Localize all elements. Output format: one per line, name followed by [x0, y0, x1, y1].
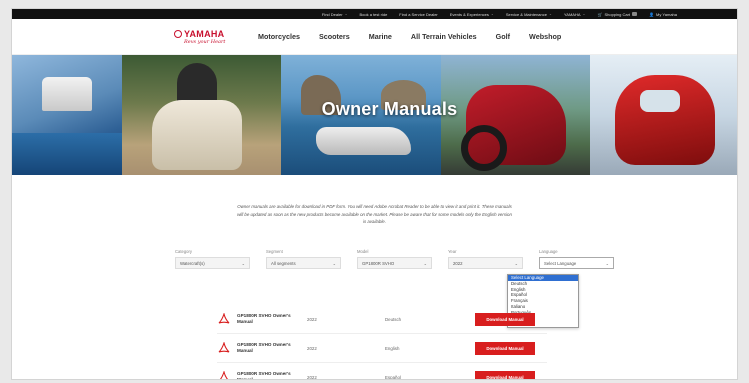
util-yamaha[interactable]: YAMAHA ⌄: [564, 12, 586, 17]
nav-marine[interactable]: Marine: [369, 32, 392, 41]
nav-webshop[interactable]: Webshop: [529, 32, 561, 41]
browser-page: Find Dealer ⌄ Book a test ride Find a Ser…: [11, 8, 738, 380]
language-filter: Language Select Language ⌄: [539, 249, 614, 269]
chevron-down-icon: ⌄: [241, 260, 245, 266]
manual-name: GP1800R SVHO Owner's Manual: [237, 342, 291, 353]
category-label: Category: [175, 249, 192, 254]
year-filter: Year 2022 ⌄: [448, 249, 523, 269]
util-service-dealer[interactable]: Find a Service Dealer: [399, 12, 437, 17]
manual-year: 2022: [307, 316, 317, 322]
segment-select[interactable]: All segments ⌄: [266, 257, 341, 269]
logo-wordmark: YAMAHA: [174, 29, 224, 39]
language-select[interactable]: Select Language ⌄: [539, 257, 614, 269]
manual-name: GP1800R SVHO Owner's Manual: [237, 313, 291, 324]
manual-name: GP1800R SVHO Owner's Manual: [237, 371, 291, 380]
download-manual-button[interactable]: Download Manual: [475, 341, 535, 355]
category-filter: Category Watercraft(s) ⌄: [175, 249, 250, 269]
manual-list: GP1800R SVHO Owner's Manual 2022 Deutsch…: [217, 305, 547, 380]
intro-text: Owner manuals are available for download…: [237, 204, 512, 224]
logo-tagline: Revs your Heart: [184, 38, 226, 45]
filter-bar: Category Watercraft(s) ⌄ Segment All segm…: [175, 249, 614, 269]
chevron-down-icon: ⌄: [332, 260, 336, 266]
pdf-icon[interactable]: [217, 341, 231, 355]
manual-language: English: [385, 345, 400, 351]
user-icon: 👤: [649, 11, 655, 17]
manual-language: Español: [385, 374, 401, 380]
manual-year: 2022: [307, 345, 317, 351]
nav-motorcycles[interactable]: Motorcycles: [258, 32, 300, 41]
language-value: Select Language: [544, 260, 577, 266]
language-label: Language: [539, 249, 558, 254]
cart-icon: 🛒: [597, 11, 603, 17]
segment-filter: Segment All segments ⌄: [266, 249, 341, 269]
pdf-icon[interactable]: [217, 312, 231, 326]
download-manual-button[interactable]: Download Manual: [475, 370, 535, 379]
category-select[interactable]: Watercraft(s) ⌄: [175, 257, 250, 269]
cart-badge: [632, 12, 638, 16]
utility-bar: Find Dealer ⌄ Book a test ride Find a Ser…: [12, 9, 737, 19]
main-nav: YAMAHA Revs your Heart Motorcycles Scoot…: [12, 19, 737, 55]
tuning-fork-emblem-icon: [174, 29, 182, 38]
yamaha-logo[interactable]: YAMAHA Revs your Heart: [174, 29, 234, 45]
util-test-ride[interactable]: Book a test ride: [360, 12, 388, 17]
manual-row: GP1800R SVHO Owner's Manual 2022 Deutsch…: [217, 305, 547, 334]
model-select[interactable]: GP1800R SVHO ⌄: [357, 257, 432, 269]
manual-row: GP1800R SVHO Owner's Manual 2022 Español…: [217, 363, 547, 380]
manual-year: 2022: [307, 374, 317, 380]
page-title: Owner Manuals: [321, 99, 458, 119]
pdf-icon[interactable]: [217, 370, 231, 379]
segment-label: Segment: [266, 249, 283, 254]
year-value: 2022: [453, 260, 463, 266]
download-manual-button[interactable]: Download Manual: [475, 312, 535, 326]
manual-row: GP1800R SVHO Owner's Manual 2022 English…: [217, 334, 547, 363]
chevron-down-icon: ⌄: [514, 260, 518, 266]
segment-value: All segments: [271, 260, 296, 266]
util-events[interactable]: Events & Experiences ⌄: [450, 12, 494, 17]
util-service[interactable]: Service & Maintenance ⌄: [506, 12, 552, 17]
year-label: Year: [448, 249, 457, 254]
model-label: Model: [357, 249, 369, 254]
primary-nav: Motorcycles Scooters Marine All Terrain …: [258, 32, 580, 41]
model-value: GP1800R SVHO: [362, 260, 395, 266]
category-value: Watercraft(s): [180, 260, 205, 266]
chevron-down-icon: ⌄: [423, 260, 427, 266]
nav-golf[interactable]: Golf: [496, 32, 510, 41]
nav-atv[interactable]: All Terrain Vehicles: [411, 32, 477, 41]
logo-brand: YAMAHA: [184, 28, 225, 39]
util-find-dealer[interactable]: Find Dealer ⌄: [322, 12, 348, 17]
util-my-yamaha[interactable]: 👤 My Yamaha: [649, 12, 677, 17]
util-cart[interactable]: 🛒 Shopping Cart: [597, 11, 638, 17]
model-filter: Model GP1800R SVHO ⌄: [357, 249, 432, 269]
chevron-down-icon: ⌄: [605, 260, 609, 266]
hero-banner: Owner Manuals: [12, 55, 737, 175]
manual-language: Deutsch: [385, 316, 402, 322]
nav-scooters[interactable]: Scooters: [319, 32, 350, 41]
year-select[interactable]: 2022 ⌄: [448, 257, 523, 269]
